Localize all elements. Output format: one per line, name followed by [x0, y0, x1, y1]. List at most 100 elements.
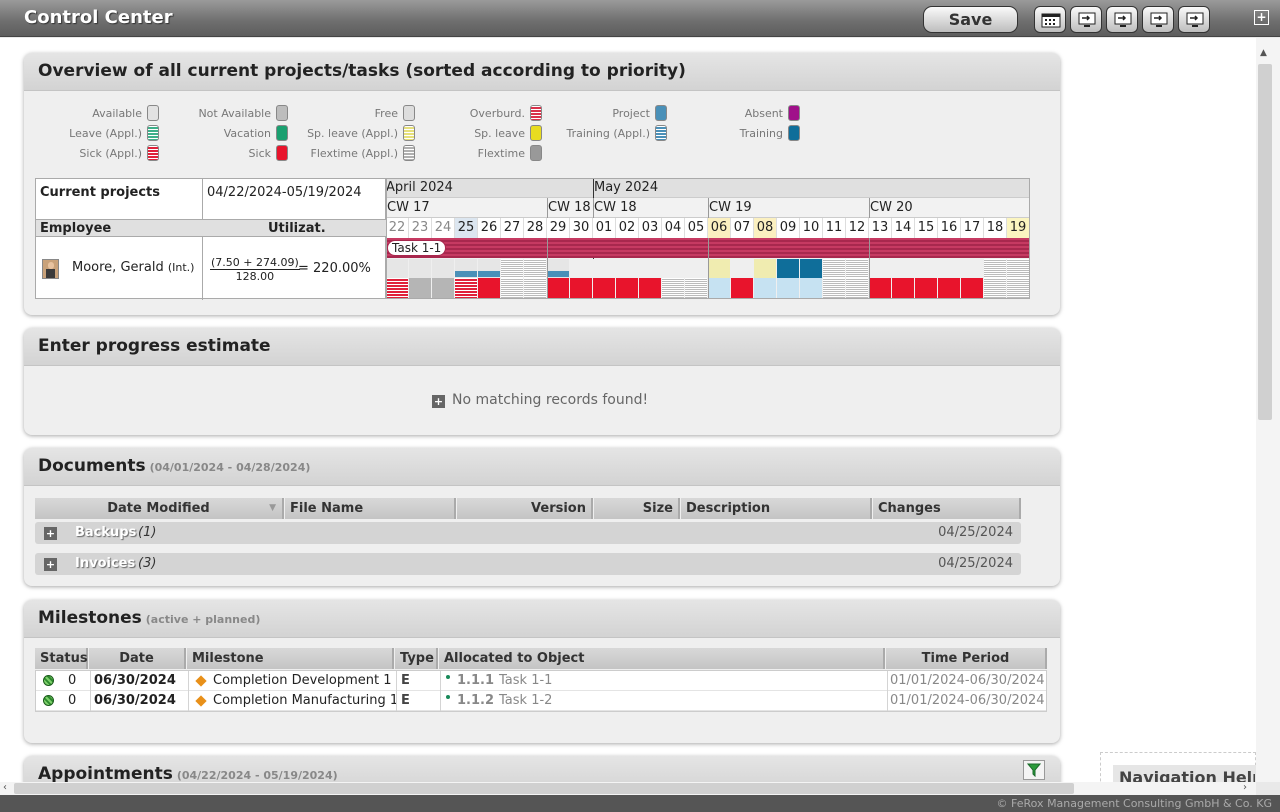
col-file-name[interactable]: File Name [285, 498, 456, 519]
date-range: 04/22/2024-05/19/2024 [207, 185, 362, 200]
legend-item: Flextime [478, 145, 542, 161]
employee-name[interactable]: Moore, Gerald (Int.) [72, 260, 194, 275]
legend-item: Sick [249, 145, 288, 161]
legend-swatch [530, 145, 542, 161]
col-description[interactable]: Description [681, 498, 872, 519]
col-type[interactable]: Type [395, 648, 438, 669]
column-divider [90, 671, 91, 711]
progress-panel-header: Enter progress estimate [24, 328, 1060, 366]
col-date-modified[interactable]: Date Modified ▼ [35, 498, 284, 519]
legend-item: Vacation [224, 125, 288, 141]
scroll-right-icon[interactable]: › [1243, 782, 1247, 793]
object-name: Task 1-2 [499, 693, 553, 708]
column-divider [396, 671, 397, 711]
add-icon[interactable]: + [432, 395, 445, 408]
group-count: (3) [138, 556, 157, 571]
scroll-left-icon[interactable]: ‹ [3, 782, 7, 793]
monitor-button-4[interactable] [1178, 6, 1210, 33]
col-milestone[interactable]: Milestone [187, 648, 394, 669]
legend-swatch [530, 105, 542, 121]
milestones-panel: Milestones (active + planned) Status Date… [24, 600, 1060, 743]
monitor-button-1[interactable] [1070, 6, 1102, 33]
col-version[interactable]: Version [457, 498, 593, 519]
group-date: 04/25/2024 [938, 556, 1013, 571]
task-dot-icon [446, 675, 450, 679]
object-number: 1.1.1 [457, 673, 495, 688]
legend-swatch [147, 105, 159, 121]
save-button[interactable]: Save [923, 6, 1018, 33]
app-title: Control Center [24, 7, 173, 28]
legend-swatch [530, 125, 542, 141]
sort-down-icon: ▼ [269, 503, 276, 513]
employee-header: Employee [40, 221, 112, 236]
scroll-up-icon[interactable]: ▲ [1260, 48, 1267, 58]
object-name: Task 1-1 [499, 673, 553, 688]
filter-button[interactable] [1023, 760, 1045, 780]
expand-group-icon[interactable]: + [44, 527, 57, 540]
group-row-backups[interactable]: + Backups (1) 04/25/2024 [35, 522, 1021, 544]
navigation-help-title[interactable]: Navigation Help [1119, 768, 1255, 782]
legend-swatch [788, 105, 800, 121]
expand-group-icon[interactable]: + [44, 558, 57, 571]
expand-icon[interactable]: + [1254, 10, 1269, 25]
group-row-invoices[interactable]: + Invoices (3) 04/25/2024 [35, 553, 1021, 575]
time-period: 01/01/2024-06/30/2024 [890, 673, 1045, 688]
timeline-border [386, 178, 1030, 299]
legend-swatch [403, 145, 415, 161]
legend-swatch [403, 105, 415, 121]
panel-title: Appointments (04/22/2024 - 05/19/2024) [38, 764, 338, 782]
group-name: Backups [75, 525, 137, 540]
legend-swatch [403, 125, 415, 141]
horizontal-scroll-thumb[interactable] [14, 783, 1074, 794]
col-size[interactable]: Size [594, 498, 680, 519]
col-allocated[interactable]: Allocated to Object [439, 648, 885, 669]
projects-panel: Overview of all current projects/tasks (… [24, 53, 1060, 315]
legend-item: Available [92, 105, 159, 121]
milestone-date: 06/30/2024 [94, 693, 176, 708]
milestones-panel-header: Milestones (active + planned) [24, 600, 1060, 638]
legend-item: Sp. leave (Appl.) [307, 125, 415, 141]
group-count: (1) [138, 525, 157, 540]
monitor-button-3[interactable] [1142, 6, 1174, 33]
legend-swatch [276, 125, 288, 141]
utilization-header: Utilizat. [268, 221, 326, 236]
col-time-period[interactable]: Time Period [886, 648, 1047, 669]
legend-item: Sick (Appl.) [79, 145, 159, 161]
utilization-fraction: (7.50 + 274.09) 128.00 [210, 256, 300, 283]
legend-swatch [655, 105, 667, 121]
navigation-help-box: Navigation Help ⌄ [1100, 752, 1256, 782]
col-date[interactable]: Date [89, 648, 186, 669]
legend-swatch [276, 105, 288, 121]
documents-panel: Documents (04/01/2024 - 04/28/2024) Date … [24, 448, 1060, 586]
title-bar: Control Center Save + [0, 0, 1280, 37]
current-projects-label: Current projects [40, 185, 161, 200]
gantt-timeline: April 2024 May 2024 CW 17 CW 18 CW 18 CW 19 CW… [386, 178, 1030, 299]
col-changes[interactable]: Changes [873, 498, 1021, 519]
status-dot-icon [43, 675, 54, 686]
milestone-name: Completion Development 1 [213, 673, 392, 688]
legend-item: Training (Appl.) [566, 125, 667, 141]
col-status[interactable]: Status [35, 648, 88, 669]
milestone-date: 06/30/2024 [94, 673, 176, 688]
calendar-button[interactable] [1034, 6, 1066, 33]
time-period: 01/01/2024-06/30/2024 [890, 693, 1045, 708]
panel-title: Milestones (active + planned) [38, 608, 261, 628]
panel-title: Overview of all current projects/tasks (… [38, 61, 686, 81]
vertical-scrollbar[interactable]: ▲ [1256, 38, 1280, 782]
legend-item: Free [375, 105, 415, 121]
footer: © FeRox Management Consulting GmbH & Co.… [0, 795, 1280, 812]
panel-title: Documents (04/01/2024 - 04/28/2024) [38, 456, 311, 476]
legend-swatch [147, 125, 159, 141]
avatar [42, 259, 59, 279]
monitor-button-2[interactable] [1106, 6, 1138, 33]
monitor-arrow-icon [1150, 12, 1168, 27]
gantt-left-table: Current projects 04/22/2024-05/19/2024 E… [35, 178, 387, 300]
column-divider [887, 671, 888, 711]
horizontal-scrollbar[interactable]: ‹ › [0, 782, 1256, 795]
vertical-scroll-thumb[interactable] [1258, 64, 1272, 420]
copyright: © FeRox Management Consulting GmbH & Co.… [996, 797, 1272, 810]
legend-swatch [147, 145, 159, 161]
legend-swatch [655, 125, 667, 141]
status-count: 0 [68, 673, 77, 688]
group-date: 04/25/2024 [938, 525, 1013, 540]
